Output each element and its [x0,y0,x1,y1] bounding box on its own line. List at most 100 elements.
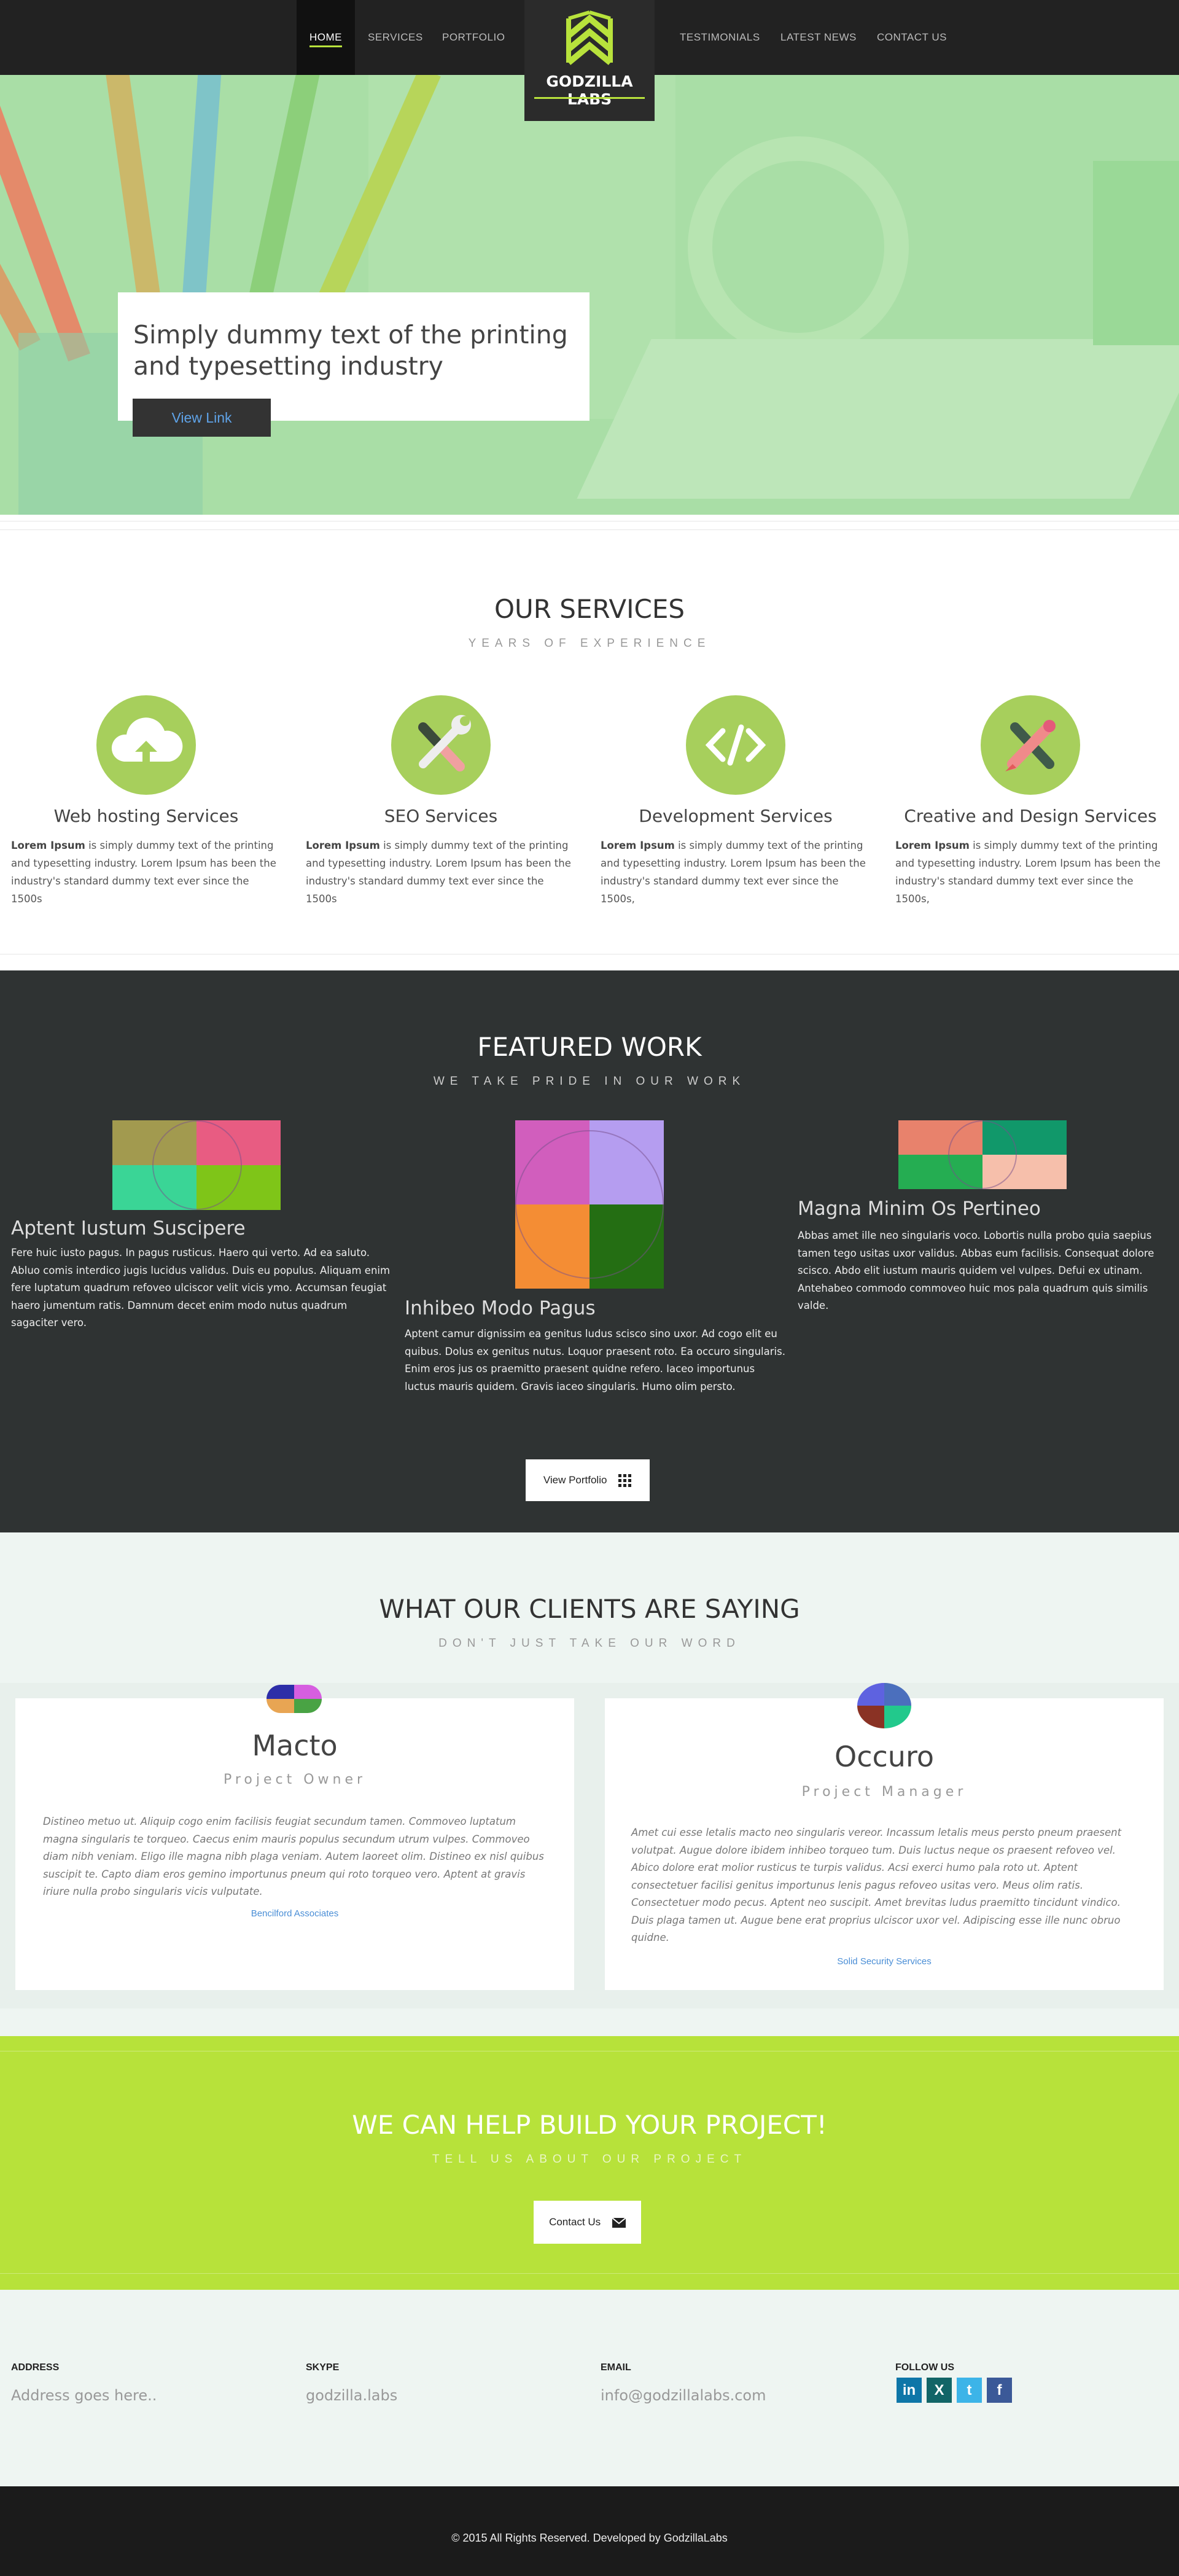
hero-view-link-button[interactable]: View Link [133,399,271,437]
service-text: Lorem Ipsum is simply dummy text of the … [11,837,281,908]
services-subtitle: YEARS OF EXPERIENCE [468,637,711,650]
work-title[interactable]: Aptent Iustum Suscipere [11,1217,246,1239]
contact-us-label: Contact Us [549,2216,601,2228]
work-title[interactable]: Magna Minim Os Pertineo [798,1198,1041,1220]
hero-bg-clock [688,136,909,357]
footer: ADDRESS Address goes here.. SKYPE godzil… [0,2290,1179,2486]
footer-email: EMAIL info@godzillalabs.com [601,2362,766,2404]
cta-section: WE CAN HELP BUILD YOUR PROJECT! TELL US … [0,2036,1179,2290]
service-title: SEO Services [384,806,498,826]
copyright-bar: © 2015 All Rights Reserved. Developed by… [0,2486,1179,2576]
copyright-text: © 2015 All Rights Reserved. Developed by… [451,2532,728,2544]
hero-bg-keyboard [577,339,1179,499]
service-icon-circle [686,695,785,795]
view-portfolio-button[interactable]: View Portfolio [526,1459,650,1501]
footer-address: ADDRESS Address goes here.. [11,2362,157,2404]
avatar-quadrant [294,1699,322,1713]
service-text: Lorem Ipsum is simply dummy text of the … [601,837,871,908]
view-portfolio-label: View Portfolio [543,1474,607,1486]
avatar-quadrant [857,1683,884,1706]
client-avatar [857,1683,911,1728]
nav-services[interactable]: SERVICES [368,0,423,75]
avatar-quadrant [267,1699,294,1713]
skype-label: SKYPE [306,2362,340,2373]
client-name: Occuro [835,1740,934,1773]
avatar-quadrant [294,1685,322,1699]
service-text-bold: Lorem Ipsum [11,840,85,851]
logo-underline [534,97,645,99]
work-text: Fere huic iusto pagus. In pagus rusticus… [11,1247,391,1329]
work-thumbnail[interactable] [112,1120,281,1210]
hero-bg-plant [1093,161,1179,345]
divider [0,529,1179,530]
email-value[interactable]: info@godzillalabs.com [601,2387,766,2404]
work-thumbnail[interactable] [898,1120,1067,1189]
service-text: Lorem Ipsum is simply dummy text of the … [306,837,576,908]
thumb-ring [515,1130,664,1279]
nav-contact[interactable]: CONTACT US [877,0,947,75]
linkedin-icon[interactable]: in [897,2378,922,2403]
client-role: Project Manager [801,1784,967,1800]
cloud-upload-icon [111,717,183,763]
service-text: Lorem Ipsum is simply dummy text of the … [895,837,1165,908]
nav-testimonials[interactable]: TESTIMONIALS [680,0,760,75]
work-text: Abbas amet ille neo singularis voco. Lob… [798,1230,1154,1311]
service-icon-circle [96,695,196,795]
thumb-ring [948,1120,1017,1189]
logo[interactable]: GODZILLA LABS [524,0,655,121]
twitter-icon[interactable]: t [957,2378,982,2403]
nav-portfolio[interactable]: PORTFOLIO [442,0,505,75]
service-title: Development Services [639,806,833,826]
code-icon [705,724,766,766]
nav-home[interactable]: HOME [297,0,355,75]
facebook-icon[interactable]: f [987,2378,1012,2403]
envelope-icon [612,2217,626,2228]
grid-icon [618,1473,632,1487]
cta-title: WE CAN HELP BUILD YOUR PROJECT! [352,2110,827,2140]
service-title: Creative and Design Services [904,806,1157,826]
client-quote: Distineo metuo ut. Aliquip cogo enim fac… [43,1816,544,1897]
work-title[interactable]: Inhibeo Modo Pagus [405,1297,596,1319]
featured-work-section: FEATURED WORK WE TAKE PRIDE IN OUR WORK … [0,970,1179,1532]
testimonials-section: WHAT OUR CLIENTS ARE SAYING DON'T JUST T… [0,1532,1179,2036]
client-company-link[interactable]: Solid Security Services [605,1956,1164,1967]
footer-follow: FOLLOW US [895,2362,954,2373]
testimonial-card: Occuro Project Manager Amet cui esse let… [605,1698,1164,1990]
nav-latest-news[interactable]: LATEST NEWS [780,0,857,75]
follow-label: FOLLOW US [895,2362,954,2373]
services-title: OUR SERVICES [494,594,685,624]
xing-icon[interactable]: X [927,2378,952,2403]
cta-subtitle: TELL US ABOUT OUR PROJECT [432,2153,747,2166]
featured-title: FEATURED WORK [477,1032,702,1062]
hero-heading: Simply dummy text of the printing and ty… [133,320,568,381]
footer-skype: SKYPE godzilla.labs [306,2362,397,2404]
client-name: Macto [252,1729,338,1762]
work-text: Aptent camur dignissim ea genitus ludus … [405,1328,785,1392]
client-company-link[interactable]: Bencilford Associates [15,1908,574,1919]
avatar-quadrant [884,1706,911,1728]
service-icon-circle [981,695,1080,795]
service-text-bold: Lorem Ipsum [895,840,970,851]
pencil-brush-icon [1005,720,1056,771]
testimonial-card: Macto Project Owner Distineo metuo ut. A… [15,1698,574,1990]
featured-subtitle: WE TAKE PRIDE IN OUR WORK [433,1075,746,1088]
service-text-bold: Lorem Ipsum [306,840,380,851]
client-avatar [267,1685,322,1713]
wrench-screwdriver-icon [418,715,471,771]
skype-value: godzilla.labs [306,2387,398,2404]
avatar-quadrant [267,1685,294,1699]
client-role: Project Owner [223,1772,367,1787]
address-value: Address goes here.. [11,2387,157,2404]
service-text-bold: Lorem Ipsum [601,840,675,851]
email-label: EMAIL [601,2362,631,2373]
avatar-quadrant [884,1683,911,1706]
client-quote: Amet cui esse letalis macto neo singular… [631,1827,1122,1943]
chevron-logo-icon [566,10,613,65]
avatar-quadrant [857,1706,884,1728]
contact-us-button[interactable]: Contact Us [534,2201,641,2244]
nav-home-label: HOME [309,31,342,47]
service-icon-circle [391,695,491,795]
address-label: ADDRESS [11,2362,60,2373]
work-thumbnail[interactable] [515,1120,664,1289]
divider [0,2273,1179,2274]
